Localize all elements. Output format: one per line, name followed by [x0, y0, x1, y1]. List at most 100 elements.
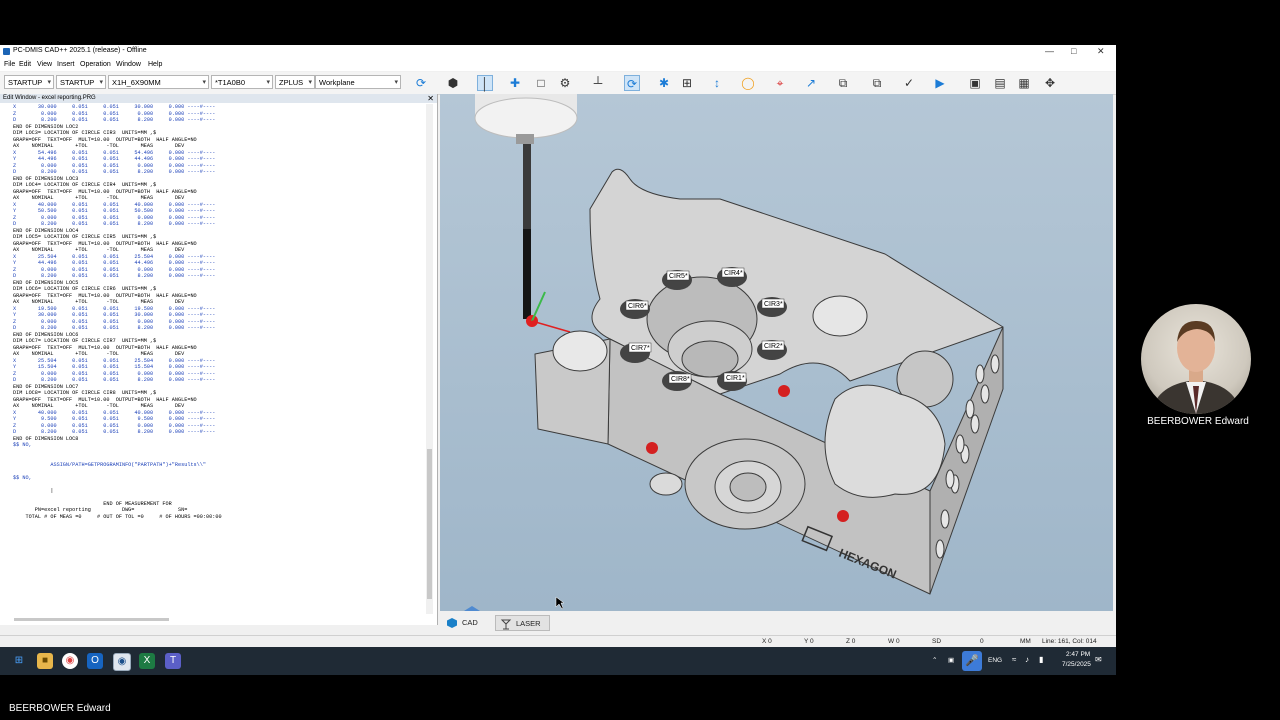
wifi-icon[interactable]: ≈ [1012, 655, 1016, 664]
excel-icon[interactable]: X [139, 653, 155, 669]
execute-icon[interactable]: ▶ [932, 75, 948, 91]
probe-file-combo[interactable]: STARTUP [4, 75, 54, 89]
battery-icon[interactable]: ▮ [1039, 655, 1043, 664]
translate-mode-icon[interactable]: ✚ [507, 75, 523, 91]
copy-icon[interactable]: ⧉ [835, 75, 851, 91]
file-explorer-icon[interactable]: ■ [37, 653, 53, 669]
report-icon[interactable]: ▤ [992, 75, 1008, 91]
code-line[interactable]: Y 44.496 0.051 0.051 44.496 0.000 ----#-… [13, 156, 222, 163]
menu-operation[interactable]: Operation [80, 61, 111, 68]
code-line[interactable]: D 8.200 0.051 0.051 8.200 0.000 ----#---… [13, 429, 222, 436]
probe-model-combo[interactable]: X1H_6X90MM [108, 75, 209, 89]
minimize-button[interactable]: — [1045, 46, 1054, 56]
webcam-video [1141, 304, 1251, 414]
code-line[interactable]: D 8.200 0.051 0.051 8.200 0.000 ----#---… [13, 273, 222, 280]
code-line[interactable]: TOTAL # OF MEAS =0 # OUT OF TOL =0 # OF … [13, 514, 221, 521]
code-line[interactable]: D 8.200 0.051 0.051 8.200 0.000 ----#---… [13, 221, 222, 228]
text-box-icon[interactable]: □ [533, 75, 549, 91]
menu-file[interactable]: File [4, 61, 15, 68]
rotate-icon[interactable]: ⟳ [624, 75, 640, 91]
code-line[interactable]: Y 15.504 0.051 0.051 15.504 0.000 ----#-… [13, 364, 222, 371]
code-line[interactable]: X 30.000 0.051 0.051 30.000 0.000 ----#-… [13, 104, 222, 111]
maximize-button[interactable]: □ [1071, 46, 1076, 56]
edit-window-close-button[interactable]: ✕ [427, 94, 434, 103]
tray-chevron-icon[interactable]: ⌃ [932, 656, 937, 664]
label-cir2: CIR2* [764, 343, 783, 350]
settings-icon[interactable]: ⚙ [557, 75, 573, 91]
tab-cad-label: CAD [462, 618, 478, 627]
edit-window: Edit Window - excel reporting.PRG ✕ X 30… [0, 94, 438, 625]
clock-time[interactable]: 2:47 PM [1066, 651, 1090, 658]
label-cir3: CIR3* [764, 301, 783, 308]
code-line[interactable]: Y 44.496 0.051 0.051 44.496 0.000 ----#-… [13, 260, 222, 267]
cad-icon [447, 618, 457, 628]
webcam-participant-name: BEERBOWER Edward [1147, 416, 1249, 427]
outlook-icon[interactable]: O [87, 653, 103, 669]
notification-icon[interactable]: ✉ [1095, 655, 1102, 664]
status-y: Y 0 [804, 638, 814, 645]
crosshair-icon[interactable]: ⌖ [772, 75, 788, 91]
code-line[interactable]: ASSIGN/PATH=GETPROGRAMINFO("PARTPATH")+"… [13, 462, 222, 469]
move-z-icon[interactable]: ↕ [709, 75, 725, 91]
microphone-icon[interactable]: 🎤 [962, 651, 982, 671]
check-icon[interactable]: ✓ [901, 75, 917, 91]
cube-view-icon[interactable]: ⬢ [445, 75, 461, 91]
tray-app-icon[interactable]: ▣ [948, 656, 954, 664]
tab-laser[interactable]: LASER [495, 615, 550, 631]
menu-edit[interactable]: Edit [19, 61, 31, 68]
status-z: Z 0 [846, 638, 856, 645]
circle-feature-icon[interactable]: ◯ [740, 75, 756, 91]
workplane-combo[interactable]: Workplane [315, 75, 401, 89]
pcdmis-taskbar-icon[interactable]: ◉ [113, 653, 131, 671]
code-line[interactable]: D 8.200 0.051 0.051 8.200 0.000 ----#---… [13, 117, 222, 124]
edit-window-title-text: Edit Window - excel reporting.PRG [3, 95, 96, 101]
teams-icon[interactable]: T [165, 653, 181, 669]
code-line[interactable]: D 8.200 0.051 0.051 8.200 0.000 ----#---… [13, 377, 222, 384]
language-indicator[interactable]: ENG [988, 657, 1002, 664]
probe-alignment-combo[interactable]: STARTUP [56, 75, 106, 89]
probe-tool-icon[interactable]: ┴ [590, 75, 606, 91]
menu-insert[interactable]: Insert [57, 61, 75, 68]
menu-help[interactable]: Help [148, 61, 162, 68]
tab-laser-label: LASER [516, 619, 541, 628]
status-w: W 0 [888, 638, 900, 645]
program-code[interactable]: X 30.000 0.051 0.051 30.000 0.000 ----#-… [13, 104, 222, 520]
chrome-icon[interactable]: ◉ [62, 653, 78, 669]
tip-combo[interactable]: *T1A0B0 [211, 75, 273, 89]
fit-view-icon[interactable]: ✥ [1042, 75, 1058, 91]
pcdmis-window: PC-DMIS CAD++ 2025.1 (release) - Offline… [0, 45, 1116, 648]
graphics-mode-icon[interactable]: ⟳ [413, 75, 429, 91]
volume-icon[interactable]: ♪ [1025, 655, 1029, 664]
edit-window-title: Edit Window - excel reporting.PRG ✕ [0, 94, 437, 103]
code-line[interactable]: D 8.200 0.051 0.051 8.200 0.000 ----#---… [13, 325, 222, 332]
code-line[interactable]: Y 50.500 0.051 0.051 50.500 0.000 ----#-… [13, 208, 222, 215]
code-line[interactable]: Y 9.500 0.051 0.051 9.500 0.000 ----#---… [13, 416, 222, 423]
view-cube-icon[interactable] [464, 606, 480, 611]
probe-mode-icon[interactable]: │ [477, 75, 493, 91]
participant-portrait [1151, 320, 1241, 414]
camera-icon[interactable]: ▣ [967, 75, 983, 91]
screen-view-icon[interactable]: ▦ [1016, 75, 1032, 91]
touch-points-icon[interactable]: ✱ [656, 75, 672, 91]
part-model: CIR5* CIR4* CIR6* CIR3* CIR7* CIR2* CIR8… [464, 94, 1004, 611]
path-lines-icon[interactable]: ⧉ [869, 75, 885, 91]
edit-vertical-scrollbar[interactable] [426, 104, 433, 614]
menu-view[interactable]: View [37, 61, 52, 68]
alignment-icon[interactable]: ⊞ [679, 75, 695, 91]
menu-window[interactable]: Window [116, 61, 141, 68]
start-icon[interactable]: ⊞ [11, 653, 27, 669]
code-line[interactable]: D 8.200 0.051 0.051 8.200 0.000 ----#---… [13, 169, 222, 176]
edit-horizontal-scrollbar[interactable] [14, 618, 169, 621]
participant-name: BEERBOWER Edward [9, 703, 111, 714]
label-cir7: CIR7* [631, 345, 650, 352]
view-dir-combo[interactable]: ZPLUS [275, 75, 315, 89]
window-title: PC-DMIS CAD++ 2025.1 (release) - Offline [13, 47, 147, 54]
app-icon [3, 48, 10, 55]
code-line[interactable]: Y 30.000 0.051 0.051 30.000 0.000 ----#-… [13, 312, 222, 319]
status-sd: SD [932, 638, 942, 645]
tab-cad[interactable]: CAD [442, 615, 490, 631]
close-button[interactable]: ✕ [1097, 46, 1105, 57]
dimension-icon[interactable]: ↗ [803, 75, 819, 91]
cad-graphics-view[interactable]: CIR5* CIR4* CIR6* CIR3* CIR7* CIR2* CIR8… [440, 94, 1113, 611]
clock-date[interactable]: 7/25/2025 [1062, 661, 1091, 668]
